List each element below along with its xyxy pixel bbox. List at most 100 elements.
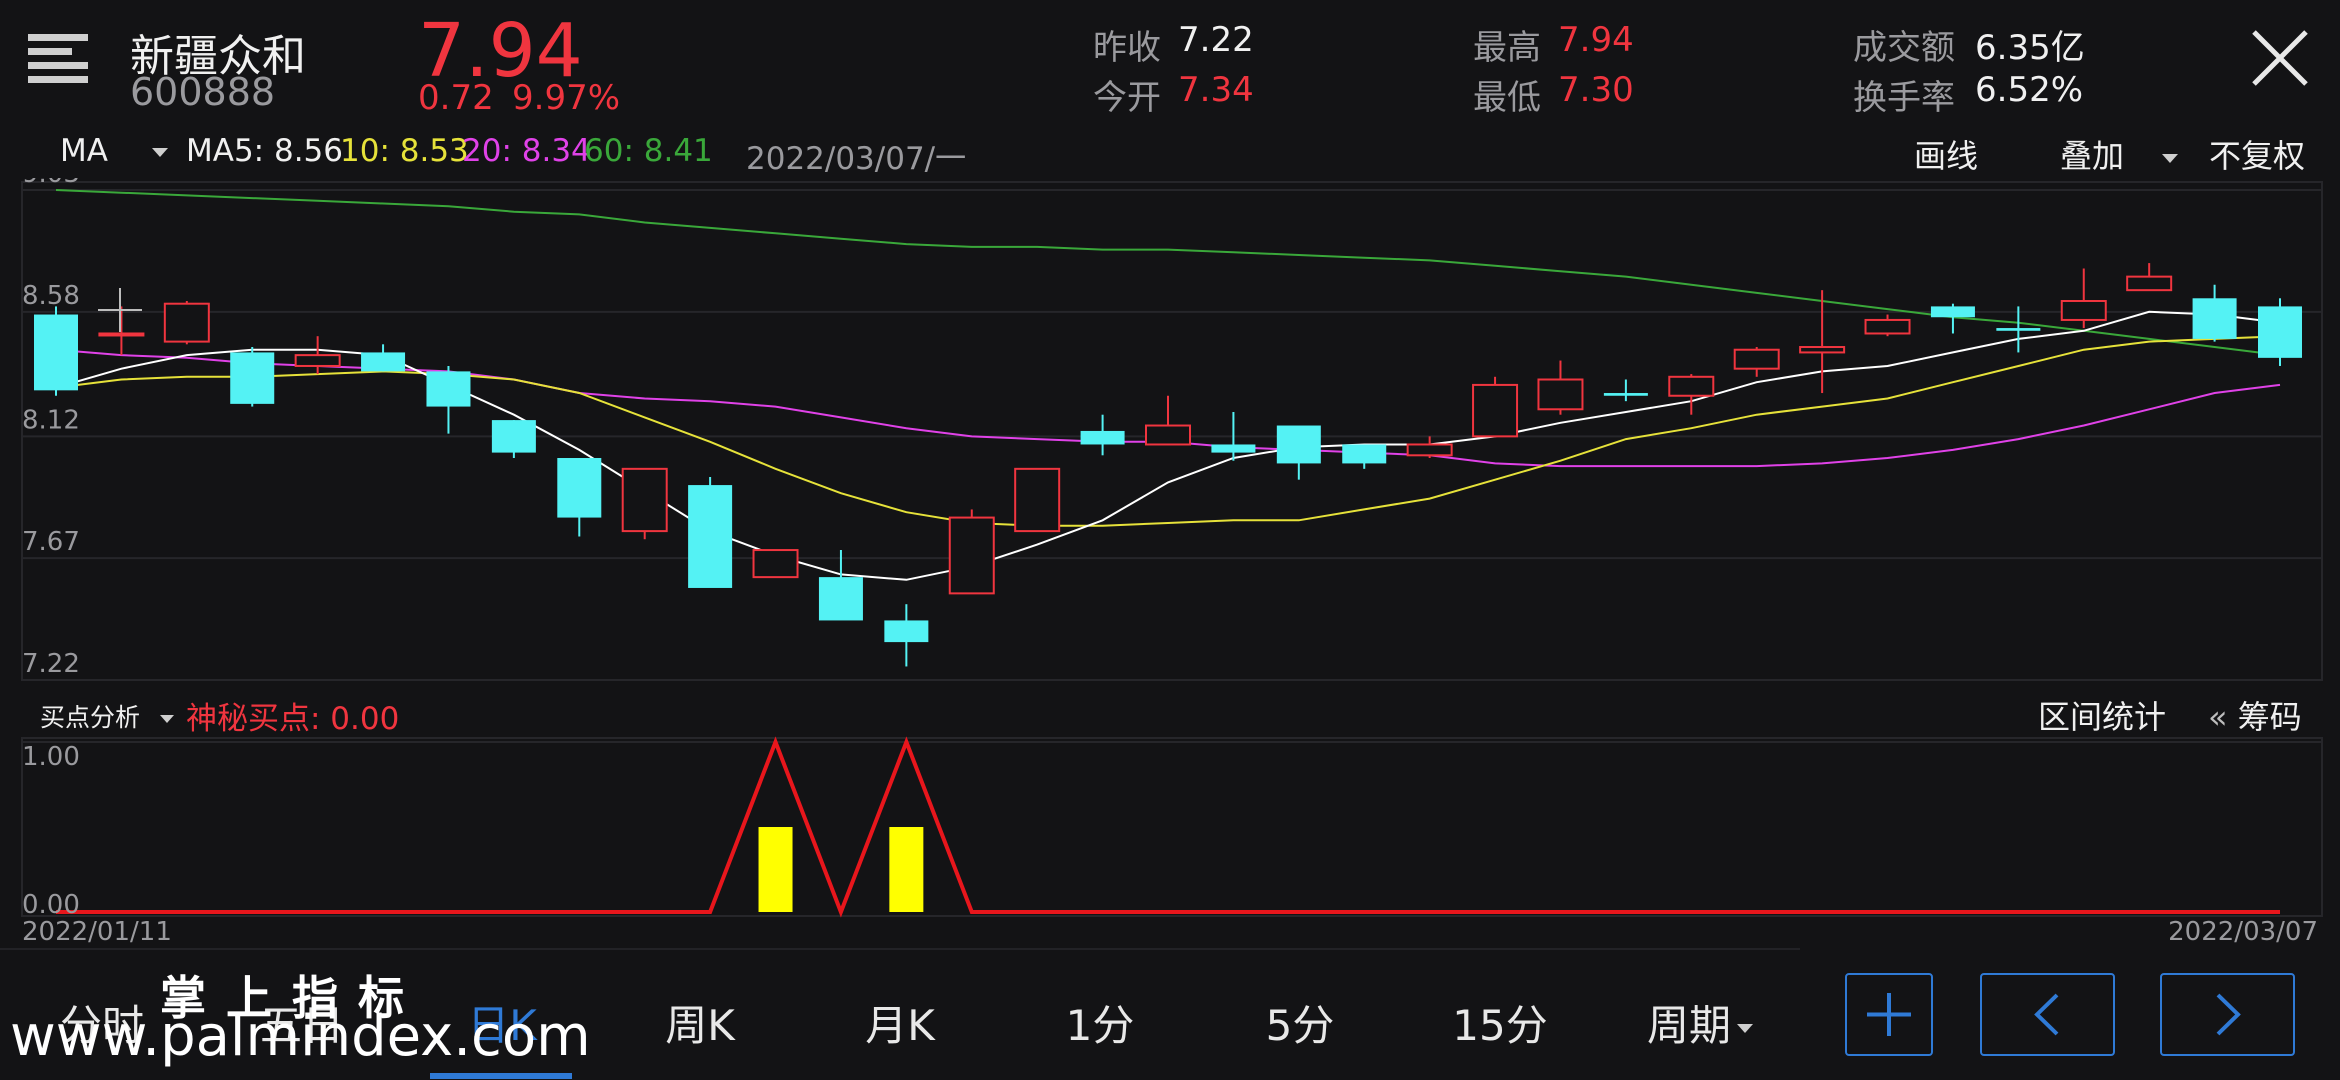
candle-body	[688, 485, 733, 588]
candle-body	[1668, 375, 1715, 397]
candle-body	[426, 371, 471, 407]
open-value: 7.34	[1178, 70, 1254, 110]
prev-button[interactable]	[1980, 973, 2115, 1056]
low-label: 最低	[1473, 78, 1541, 118]
price-change: 0.72	[418, 78, 494, 118]
candle-body	[948, 516, 995, 595]
ma20-value: 20: 8.34	[462, 133, 591, 169]
tab-3[interactable]: 周K	[610, 992, 790, 1053]
stock-code: 600888	[130, 70, 276, 114]
chevron-right-icon	[2216, 993, 2241, 1036]
overlay-label: 叠加	[2060, 137, 2125, 175]
turnover-value: 6.52%	[1975, 70, 2084, 110]
candle-body	[2060, 299, 2107, 321]
close-icon[interactable]	[2250, 28, 2310, 88]
sub-chart[interactable]: 1.00 0.002022/01/11 2022/03/07	[0, 730, 2340, 950]
ma5-value: MA5: 8.56	[186, 133, 343, 169]
chevron-left-icon	[2034, 993, 2059, 1036]
main-chart[interactable]: 9.03 8.58 8.12 7.67 7.22	[0, 178, 2340, 688]
ma5-line	[55, 310, 2281, 581]
candle-body	[1864, 318, 1911, 335]
candle-body	[98, 332, 145, 337]
y-tick-label: 7.22	[22, 649, 80, 679]
price-change-pct: 9.97%	[512, 78, 621, 118]
candle-body	[163, 302, 210, 343]
draw-line-button[interactable]: 画线	[1914, 131, 1978, 177]
ma60-value: 60: 8.41	[584, 133, 713, 169]
candle-body	[752, 549, 799, 579]
chevron-down-icon	[2162, 153, 2179, 163]
candle-body	[1733, 348, 1780, 370]
candle-body	[1406, 443, 1453, 457]
y-tick-label: 7.67	[22, 527, 80, 557]
candle-body	[2258, 306, 2302, 358]
amount-label: 成交额	[1853, 28, 1955, 68]
crosshair-icon	[98, 288, 142, 332]
sub-indicator-label: 买点分析	[40, 703, 141, 732]
signal-line	[56, 736, 2280, 918]
add-button[interactable]	[1845, 973, 1933, 1056]
signal-bar	[758, 827, 793, 912]
candle-body	[1472, 383, 1519, 438]
candle-body	[230, 352, 275, 404]
prev-close-label: 昨收	[1093, 28, 1161, 68]
candle-body	[1211, 444, 1256, 453]
candle-body	[1930, 306, 1975, 318]
candle-body	[1014, 467, 1061, 533]
amount-value: 6.35亿	[1975, 28, 2085, 68]
ma60-line	[55, 189, 2281, 357]
y-tick-label: 8.12	[22, 405, 80, 435]
watermark-url: www.palmindex.com	[10, 1004, 591, 1069]
y-tick-label: 0.00	[22, 890, 80, 920]
candle-body	[294, 354, 341, 367]
plus-icon	[1867, 993, 1911, 1036]
y-tick-label: 9.03	[22, 178, 80, 189]
candle-body	[1145, 424, 1191, 446]
indicator-selector[interactable]: MA	[60, 133, 168, 169]
candle-body	[884, 620, 929, 643]
tab-8[interactable]: 周期	[1610, 992, 1790, 1053]
end-date-label: 2022/03/07	[2168, 917, 2318, 947]
candle-body	[491, 420, 536, 453]
candle-body	[2192, 298, 2237, 339]
candle-body	[818, 577, 863, 621]
candle-body	[1603, 393, 1648, 396]
candle-body	[2126, 275, 2173, 292]
indicator-type: MA	[60, 133, 108, 169]
start-date-label: 2022/01/11	[22, 917, 172, 947]
tab-7[interactable]: 15分	[1410, 992, 1590, 1053]
candle-body	[557, 458, 602, 518]
date-readout: 2022/03/07/一	[746, 141, 967, 177]
chevron-down-icon	[1737, 1024, 1753, 1033]
candle-body	[1799, 346, 1846, 354]
y-tick-label: 1.00	[22, 742, 80, 772]
prev-close-value: 7.22	[1178, 20, 1254, 60]
active-tab-underline	[430, 1073, 572, 1079]
menu-icon[interactable]	[28, 34, 90, 86]
low-value: 7.30	[1558, 70, 1634, 110]
chevron-down-icon	[151, 148, 168, 157]
y-tick-label: 8.58	[22, 281, 80, 311]
signal-bar	[889, 827, 924, 912]
tab-6[interactable]: 5分	[1210, 992, 1390, 1053]
high-value: 7.94	[1558, 20, 1634, 60]
tab-bar-divider	[0, 948, 1800, 950]
adjust-button[interactable]: 不复权	[2209, 131, 2305, 177]
candle-body	[1342, 444, 1387, 464]
tab-5[interactable]: 1分	[1010, 992, 1190, 1053]
sub-indicator-selector[interactable]: 买点分析	[40, 698, 174, 734]
sub-chart-frame	[21, 737, 2323, 917]
candle-body	[1080, 430, 1125, 445]
candle-body	[1996, 328, 2041, 331]
high-label: 最高	[1473, 28, 1541, 68]
candle-body	[34, 314, 78, 391]
candle-body	[1276, 425, 1321, 464]
candle-body	[1537, 378, 1584, 411]
open-label: 今开	[1093, 78, 1161, 118]
turnover-label: 换手率	[1853, 78, 1955, 118]
candle-body	[621, 467, 668, 533]
next-button[interactable]	[2160, 973, 2295, 1056]
tab-4[interactable]: 月K	[810, 992, 990, 1053]
ma10-value: 10: 8.53	[340, 133, 469, 169]
overlay-button[interactable]: 叠加	[2060, 131, 2179, 177]
